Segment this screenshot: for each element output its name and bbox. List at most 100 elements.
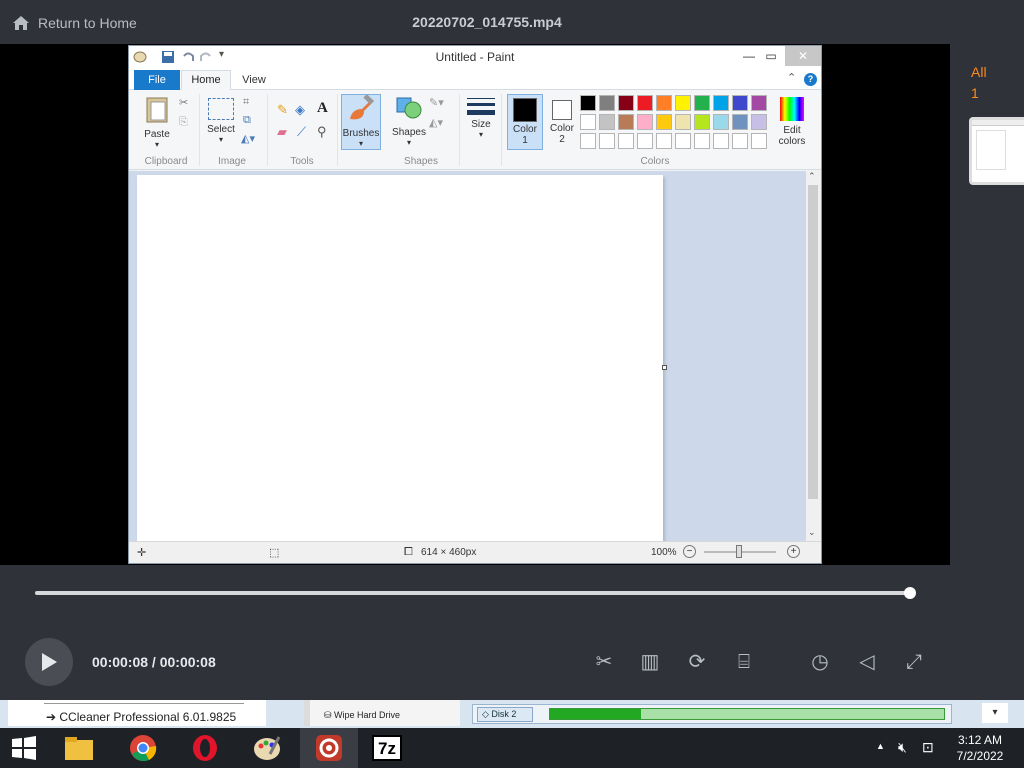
disk-usage-bar bbox=[549, 708, 945, 720]
canvas-resize-handle[interactable] bbox=[662, 365, 667, 370]
resize-icon[interactable]: ⧉ bbox=[243, 114, 251, 127]
palette-swatch[interactable] bbox=[675, 114, 691, 130]
color1-number: 1 bbox=[522, 135, 528, 146]
palette-swatch[interactable] bbox=[694, 95, 710, 111]
cut-clip-icon[interactable]: ✂ bbox=[590, 648, 618, 676]
color2-label: Color bbox=[550, 123, 574, 134]
speaker-muted-icon[interactable]: 🔇︎ bbox=[898, 739, 907, 756]
play-button[interactable] bbox=[25, 638, 73, 686]
copy-icon[interactable]: ⎘ bbox=[179, 116, 188, 129]
palette-swatch[interactable] bbox=[713, 95, 729, 111]
palette-swatch[interactable] bbox=[599, 95, 615, 111]
tab-home[interactable]: Home bbox=[181, 70, 231, 91]
select-button[interactable]: Select ▾ bbox=[203, 94, 239, 150]
drawing-canvas[interactable] bbox=[137, 175, 663, 543]
palette-swatch[interactable] bbox=[675, 95, 691, 111]
palette-swatch[interactable] bbox=[732, 114, 748, 130]
tab-view[interactable]: View bbox=[233, 70, 275, 90]
disk-label[interactable]: ◇ Disk 2 bbox=[477, 707, 533, 722]
brushes-button[interactable]: Brushes ▾ bbox=[341, 94, 381, 150]
zoom-out-icon[interactable]: − bbox=[683, 545, 696, 558]
7zip-button[interactable]: 7z bbox=[358, 728, 416, 768]
palette-swatch[interactable] bbox=[732, 133, 748, 149]
playlist-all-label[interactable]: All 1 bbox=[971, 62, 987, 104]
tray-clock[interactable]: 3:12 AM 7/2/2022 bbox=[948, 732, 1012, 764]
size-button[interactable]: Size ▾ bbox=[463, 94, 499, 150]
file-explorer-button[interactable] bbox=[50, 728, 108, 768]
palette-swatch[interactable] bbox=[656, 114, 672, 130]
edit-colors-button[interactable]: Edit colors bbox=[769, 94, 815, 150]
scroll-down-icon[interactable]: ⌄ bbox=[808, 527, 816, 538]
outline-icon[interactable]: ✎▾ bbox=[429, 96, 444, 109]
palette-swatch[interactable] bbox=[599, 114, 615, 130]
seek-bar[interactable] bbox=[35, 591, 911, 595]
palette-swatch[interactable] bbox=[713, 114, 729, 130]
speed-icon[interactable]: ◷ bbox=[806, 648, 834, 676]
zoom-slider-thumb[interactable] bbox=[736, 545, 742, 558]
palette-swatch[interactable] bbox=[618, 95, 634, 111]
collapse-ribbon-icon[interactable]: ⌃ bbox=[787, 71, 796, 84]
fullscreen-icon[interactable]: ⤢ bbox=[900, 648, 928, 676]
zoom-in-icon[interactable]: + bbox=[787, 545, 800, 558]
text-icon[interactable]: A bbox=[317, 100, 328, 117]
palette-swatch[interactable] bbox=[599, 133, 615, 149]
shapes-button[interactable]: Shapes ▾ bbox=[391, 94, 427, 150]
palette-swatch[interactable] bbox=[751, 95, 767, 111]
palette-swatch[interactable] bbox=[580, 114, 596, 130]
palette-swatch[interactable] bbox=[751, 133, 767, 149]
palette-swatch[interactable] bbox=[656, 95, 672, 111]
palette-swatch[interactable] bbox=[637, 133, 653, 149]
start-button[interactable] bbox=[0, 728, 48, 768]
palette-swatch[interactable] bbox=[751, 114, 767, 130]
chrome-button[interactable] bbox=[114, 728, 172, 768]
palette-swatch[interactable] bbox=[618, 133, 634, 149]
palette-swatch[interactable] bbox=[694, 133, 710, 149]
wipe-item[interactable]: ⛁ Wipe Hard Drive bbox=[324, 710, 400, 721]
scroll-up-icon[interactable]: ⌃ bbox=[808, 171, 816, 182]
eraser-icon[interactable]: ▰ bbox=[277, 124, 287, 140]
scroll-thumb[interactable] bbox=[808, 185, 818, 499]
frames-icon[interactable]: ▥ bbox=[636, 648, 664, 676]
tab-file[interactable]: File bbox=[134, 70, 180, 90]
palette-swatch[interactable] bbox=[580, 95, 596, 111]
magnifier-icon[interactable]: ⚲ bbox=[317, 124, 327, 140]
shape-fill-icon[interactable]: ◭▾ bbox=[429, 116, 443, 129]
color-picker-icon[interactable]: ⟋ bbox=[297, 124, 306, 140]
close-icon[interactable]: ✕ bbox=[785, 46, 821, 66]
video-player-taskbar-button[interactable] bbox=[300, 728, 358, 768]
snapshot-icon[interactable]: ⌸ bbox=[730, 648, 758, 676]
volume-icon[interactable]: ◁ bbox=[853, 648, 881, 676]
color-palette bbox=[580, 95, 770, 155]
rotate-video-icon[interactable]: ⟳ bbox=[683, 648, 711, 676]
palette-swatch[interactable] bbox=[637, 114, 653, 130]
fill-icon[interactable]: ◈ bbox=[295, 102, 305, 118]
palette-swatch[interactable] bbox=[656, 133, 672, 149]
crop-icon[interactable]: ⌗ bbox=[243, 96, 249, 109]
seek-knob[interactable] bbox=[904, 587, 916, 599]
tray-expand-icon[interactable]: ▲ bbox=[876, 741, 885, 751]
rotate-icon[interactable]: ◭▾ bbox=[241, 132, 255, 145]
opera-button[interactable] bbox=[176, 728, 234, 768]
paste-button[interactable]: Paste ▾ bbox=[139, 94, 175, 150]
maximize-icon[interactable]: ▭ bbox=[757, 46, 785, 66]
cut-icon[interactable]: ✂ bbox=[179, 96, 188, 109]
windows-taskbar: 7z ▲ 🔇︎ ⊡ 3:12 AM 7/2/2022 bbox=[0, 728, 1024, 768]
palette-swatch[interactable] bbox=[618, 114, 634, 130]
palette-swatch[interactable] bbox=[637, 95, 653, 111]
color1-button[interactable]: Color 1 bbox=[507, 94, 543, 150]
palette-swatch[interactable] bbox=[713, 133, 729, 149]
dropdown-icon[interactable]: ▾ bbox=[982, 703, 1008, 723]
help-icon[interactable]: ? bbox=[804, 73, 817, 86]
palette-swatch[interactable] bbox=[694, 114, 710, 130]
palette-swatch[interactable] bbox=[675, 133, 691, 149]
paint-taskbar-button[interactable] bbox=[238, 728, 296, 768]
palette-swatch[interactable] bbox=[732, 95, 748, 111]
network-icon[interactable]: ⊡ bbox=[922, 739, 934, 756]
palette-swatch[interactable] bbox=[580, 133, 596, 149]
playlist-thumbnail[interactable] bbox=[969, 117, 1024, 185]
ccleaner-item[interactable]: ➔ CCleaner Professional 6.01.9825 bbox=[46, 710, 236, 724]
pencil-icon[interactable]: ✎ bbox=[277, 102, 288, 118]
time-display: 00:00:08 / 00:00:08 bbox=[92, 654, 216, 670]
color2-button[interactable]: Color 2 bbox=[545, 94, 579, 150]
vertical-scrollbar[interactable]: ⌃ ⌄ bbox=[806, 171, 821, 541]
